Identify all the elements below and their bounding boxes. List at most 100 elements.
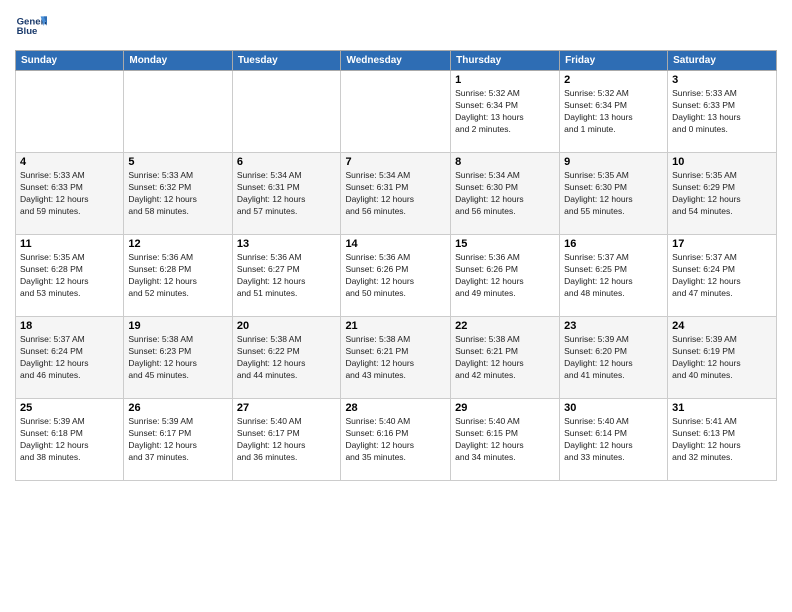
- day-number: 11: [20, 238, 119, 250]
- calendar-cell: 22 Sunrise: 5:38 AM Sunset: 6:21 PM Dayli…: [451, 317, 560, 399]
- logo-icon: General Blue: [15, 10, 47, 42]
- calendar-cell: 23 Sunrise: 5:39 AM Sunset: 6:20 PM Dayli…: [560, 317, 668, 399]
- svg-text:Blue: Blue: [17, 26, 38, 37]
- day-info: Sunrise: 5:36 AM Sunset: 6:28 PM Dayligh…: [128, 252, 227, 300]
- day-number: 30: [564, 402, 663, 414]
- week-row-4: 18 Sunrise: 5:37 AM Sunset: 6:24 PM Dayli…: [16, 317, 777, 399]
- day-info: Sunrise: 5:39 AM Sunset: 6:19 PM Dayligh…: [672, 334, 772, 382]
- day-header-friday: Friday: [560, 51, 668, 71]
- calendar-cell: 27Sunrise: 5:40 AM Sunset: 6:17 PM Dayli…: [232, 399, 341, 481]
- calendar-cell: 17 Sunrise: 5:37 AM Sunset: 6:24 PM Dayli…: [668, 235, 777, 317]
- day-info: Sunrise: 5:41 AM Sunset: 6:13 PM Dayligh…: [672, 416, 772, 464]
- day-number: 22: [455, 320, 555, 332]
- day-info: Sunrise: 5:40 AM Sunset: 6:14 PM Dayligh…: [564, 416, 663, 464]
- day-header-wednesday: Wednesday: [341, 51, 451, 71]
- calendar-cell: 10Sunrise: 5:35 AM Sunset: 6:29 PM Dayli…: [668, 153, 777, 235]
- calendar-cell: 8 Sunrise: 5:34 AM Sunset: 6:30 PM Daylig…: [451, 153, 560, 235]
- day-info: Sunrise: 5:34 AM Sunset: 6:30 PM Dayligh…: [455, 170, 555, 218]
- calendar-cell: 11Sunrise: 5:35 AM Sunset: 6:28 PM Dayli…: [16, 235, 124, 317]
- calendar-cell: 12Sunrise: 5:36 AM Sunset: 6:28 PM Dayli…: [124, 235, 232, 317]
- calendar-cell: [341, 71, 451, 153]
- calendar-cell: 7 Sunrise: 5:34 AM Sunset: 6:31 PM Daylig…: [341, 153, 451, 235]
- calendar-cell: 26Sunrise: 5:39 AM Sunset: 6:17 PM Dayli…: [124, 399, 232, 481]
- calendar-cell: 16 Sunrise: 5:37 AM Sunset: 6:25 PM Dayli…: [560, 235, 668, 317]
- week-row-5: 25 Sunrise: 5:39 AM Sunset: 6:18 PM Dayli…: [16, 399, 777, 481]
- day-number: 31: [672, 402, 772, 414]
- day-number: 15: [455, 238, 555, 250]
- day-info: Sunrise: 5:37 AM Sunset: 6:24 PM Dayligh…: [20, 334, 119, 382]
- day-number: 13: [237, 238, 337, 250]
- day-info: Sunrise: 5:40 AM Sunset: 6:17 PM Dayligh…: [237, 416, 337, 464]
- day-number: 17: [672, 238, 772, 250]
- calendar-cell: 14 Sunrise: 5:36 AM Sunset: 6:26 PM Dayli…: [341, 235, 451, 317]
- day-info: Sunrise: 5:39 AM Sunset: 6:18 PM Dayligh…: [20, 416, 119, 464]
- day-header-monday: Monday: [124, 51, 232, 71]
- day-number: 29: [455, 402, 555, 414]
- day-number: 16: [564, 238, 663, 250]
- day-number: 9: [564, 156, 663, 168]
- calendar-cell: 5 Sunrise: 5:33 AM Sunset: 6:32 PM Daylig…: [124, 153, 232, 235]
- day-header-thursday: Thursday: [451, 51, 560, 71]
- day-info: Sunrise: 5:32 AM Sunset: 6:34 PM Dayligh…: [455, 88, 555, 136]
- day-info: Sunrise: 5:33 AM Sunset: 6:32 PM Dayligh…: [128, 170, 227, 218]
- calendar-cell: 25 Sunrise: 5:39 AM Sunset: 6:18 PM Dayli…: [16, 399, 124, 481]
- day-info: Sunrise: 5:34 AM Sunset: 6:31 PM Dayligh…: [237, 170, 337, 218]
- day-header-saturday: Saturday: [668, 51, 777, 71]
- calendar-cell: 15 Sunrise: 5:36 AM Sunset: 6:26 PM Dayli…: [451, 235, 560, 317]
- calendar-cell: [124, 71, 232, 153]
- day-info: Sunrise: 5:38 AM Sunset: 6:23 PM Dayligh…: [128, 334, 227, 382]
- calendar-cell: 13 Sunrise: 5:36 AM Sunset: 6:27 PM Dayli…: [232, 235, 341, 317]
- calendar-cell: 4 Sunrise: 5:33 AM Sunset: 6:33 PM Daylig…: [16, 153, 124, 235]
- day-info: Sunrise: 5:32 AM Sunset: 6:34 PM Dayligh…: [564, 88, 663, 136]
- day-number: 10: [672, 156, 772, 168]
- calendar-table: SundayMondayTuesdayWednesdayThursdayFrid…: [15, 50, 777, 481]
- day-info: Sunrise: 5:40 AM Sunset: 6:16 PM Dayligh…: [345, 416, 446, 464]
- week-row-2: 4 Sunrise: 5:33 AM Sunset: 6:33 PM Daylig…: [16, 153, 777, 235]
- day-info: Sunrise: 5:35 AM Sunset: 6:30 PM Dayligh…: [564, 170, 663, 218]
- day-info: Sunrise: 5:36 AM Sunset: 6:26 PM Dayligh…: [345, 252, 446, 300]
- calendar-cell: 20 Sunrise: 5:38 AM Sunset: 6:22 PM Dayli…: [232, 317, 341, 399]
- day-header-sunday: Sunday: [16, 51, 124, 71]
- day-info: Sunrise: 5:36 AM Sunset: 6:27 PM Dayligh…: [237, 252, 337, 300]
- day-number: 23: [564, 320, 663, 332]
- day-number: 20: [237, 320, 337, 332]
- calendar-cell: 21Sunrise: 5:38 AM Sunset: 6:21 PM Dayli…: [341, 317, 451, 399]
- day-number: 14: [345, 238, 446, 250]
- day-header-tuesday: Tuesday: [232, 51, 341, 71]
- header: General Blue: [15, 10, 777, 42]
- day-info: Sunrise: 5:33 AM Sunset: 6:33 PM Dayligh…: [20, 170, 119, 218]
- day-info: Sunrise: 5:34 AM Sunset: 6:31 PM Dayligh…: [345, 170, 446, 218]
- day-number: 25: [20, 402, 119, 414]
- day-number: 7: [345, 156, 446, 168]
- calendar-cell: [16, 71, 124, 153]
- day-number: 1: [455, 74, 555, 86]
- day-info: Sunrise: 5:37 AM Sunset: 6:25 PM Dayligh…: [564, 252, 663, 300]
- calendar-cell: 18 Sunrise: 5:37 AM Sunset: 6:24 PM Dayli…: [16, 317, 124, 399]
- day-info: Sunrise: 5:38 AM Sunset: 6:21 PM Dayligh…: [345, 334, 446, 382]
- day-info: Sunrise: 5:39 AM Sunset: 6:20 PM Dayligh…: [564, 334, 663, 382]
- day-number: 4: [20, 156, 119, 168]
- calendar-cell: 2 Sunrise: 5:32 AM Sunset: 6:34 PM Daylig…: [560, 71, 668, 153]
- day-number: 24: [672, 320, 772, 332]
- day-info: Sunrise: 5:40 AM Sunset: 6:15 PM Dayligh…: [455, 416, 555, 464]
- day-number: 19: [128, 320, 227, 332]
- day-info: Sunrise: 5:39 AM Sunset: 6:17 PM Dayligh…: [128, 416, 227, 464]
- day-number: 3: [672, 74, 772, 86]
- calendar-cell: 19 Sunrise: 5:38 AM Sunset: 6:23 PM Dayli…: [124, 317, 232, 399]
- day-number: 2: [564, 74, 663, 86]
- day-info: Sunrise: 5:38 AM Sunset: 6:21 PM Dayligh…: [455, 334, 555, 382]
- day-info: Sunrise: 5:36 AM Sunset: 6:26 PM Dayligh…: [455, 252, 555, 300]
- day-number: 18: [20, 320, 119, 332]
- day-number: 5: [128, 156, 227, 168]
- day-number: 28: [345, 402, 446, 414]
- calendar-cell: 28 Sunrise: 5:40 AM Sunset: 6:16 PM Dayli…: [341, 399, 451, 481]
- header-row: SundayMondayTuesdayWednesdayThursdayFrid…: [16, 51, 777, 71]
- day-number: 6: [237, 156, 337, 168]
- day-info: Sunrise: 5:37 AM Sunset: 6:24 PM Dayligh…: [672, 252, 772, 300]
- day-number: 8: [455, 156, 555, 168]
- day-info: Sunrise: 5:38 AM Sunset: 6:22 PM Dayligh…: [237, 334, 337, 382]
- logo: General Blue: [15, 10, 47, 42]
- calendar-cell: 24 Sunrise: 5:39 AM Sunset: 6:19 PM Dayli…: [668, 317, 777, 399]
- calendar-cell: [232, 71, 341, 153]
- calendar-cell: 9 Sunrise: 5:35 AM Sunset: 6:30 PM Daylig…: [560, 153, 668, 235]
